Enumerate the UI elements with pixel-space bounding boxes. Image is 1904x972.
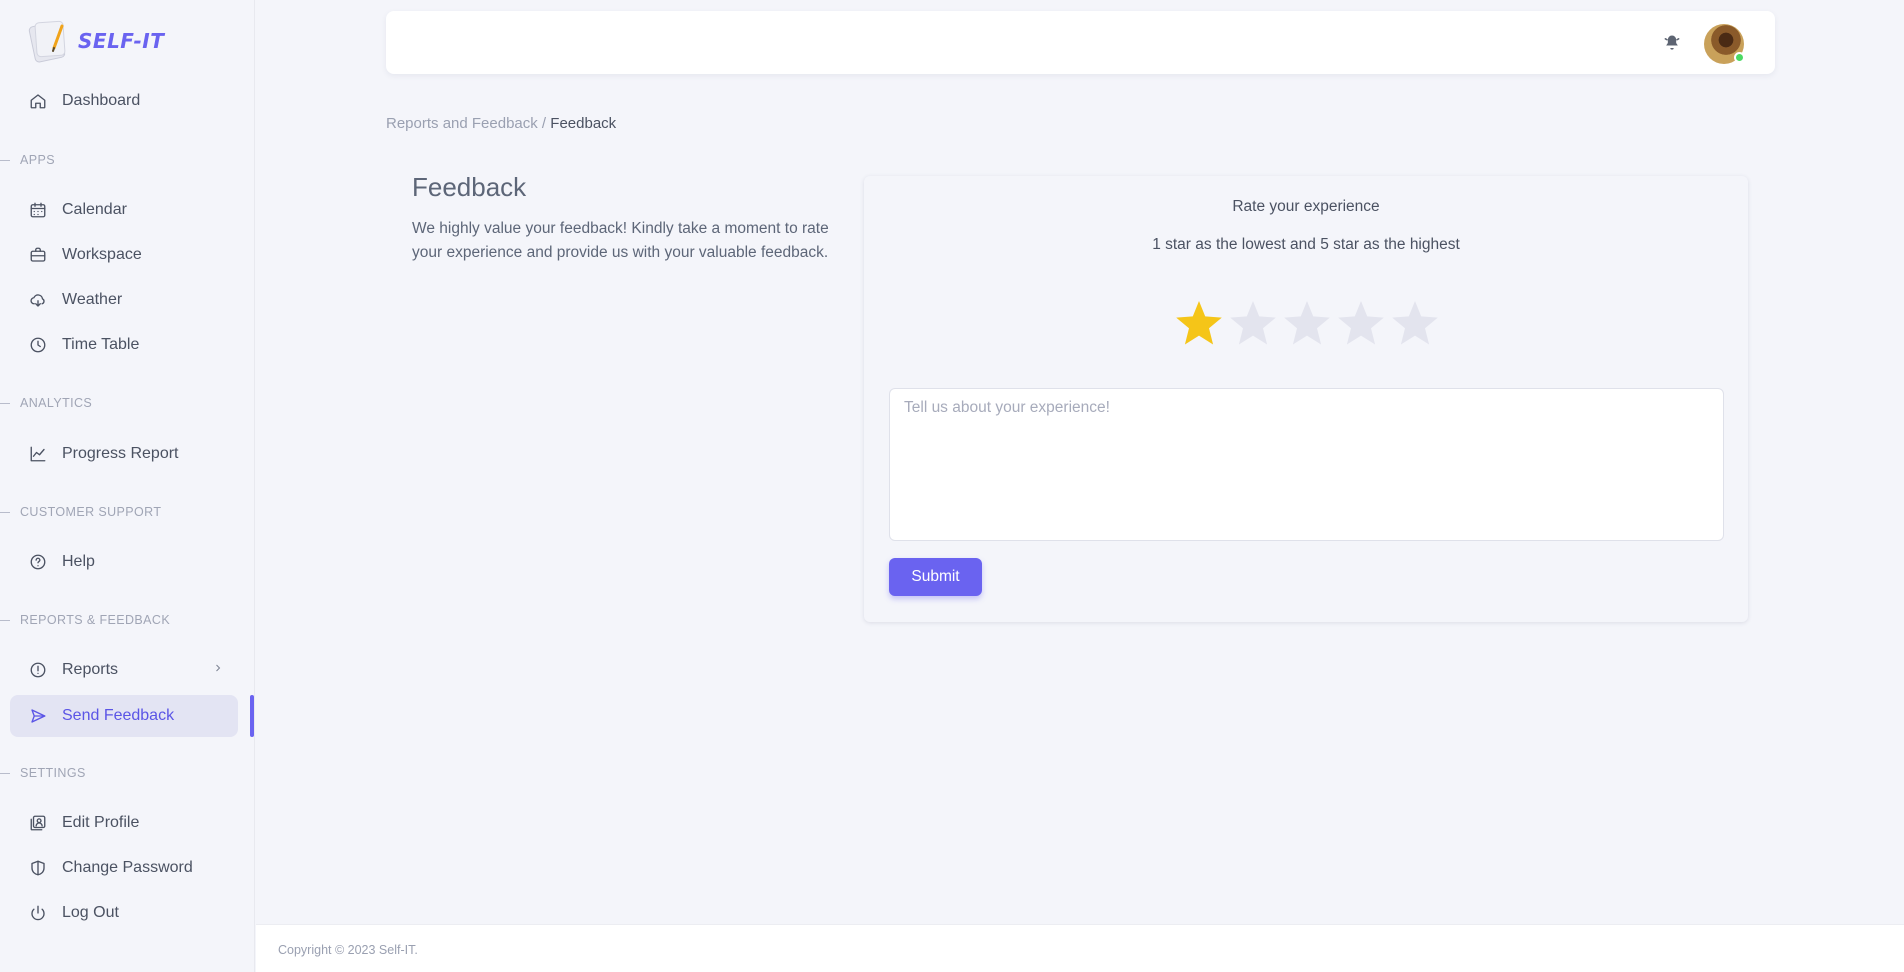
breadcrumb: Reports and Feedback / Feedback	[386, 115, 616, 132]
section-label: APPS	[20, 153, 55, 167]
sidebar-item-send-feedback[interactable]: Send Feedback	[10, 695, 238, 737]
page-title: Feedback	[412, 172, 527, 202]
sidebar-item-weather[interactable]: Weather	[10, 279, 238, 321]
section-label: CUSTOMER SUPPORT	[20, 505, 162, 519]
sidebar: SELF-IT Dashboard APPS Calendar Workspac…	[0, 0, 255, 972]
brand-logo-icon	[28, 18, 72, 64]
star-5-icon[interactable]	[1390, 298, 1440, 348]
top-bar	[386, 11, 1775, 74]
sidebar-item-label: Time Table	[62, 336, 140, 353]
star-4-icon[interactable]	[1336, 298, 1386, 348]
sidebar-item-time-table[interactable]: Time Table	[10, 324, 238, 366]
sidebar-item-edit-profile[interactable]: Edit Profile	[10, 802, 238, 844]
briefcase-icon	[28, 245, 48, 265]
breadcrumb-separator: /	[537, 115, 551, 132]
sidebar-item-reports[interactable]: Reports	[10, 649, 238, 691]
section-reports: REPORTS & FEEDBACK	[0, 612, 170, 628]
section-support: CUSTOMER SUPPORT	[0, 504, 161, 520]
online-status-dot	[1734, 52, 1745, 63]
sidebar-item-label: Progress Report	[62, 445, 179, 462]
sidebar-item-label: Reports	[62, 661, 119, 678]
sidebar-item-help[interactable]: Help	[10, 541, 238, 583]
section-label: SETTINGS	[20, 766, 86, 780]
send-icon	[28, 706, 48, 726]
rating-title: Rate your experience	[1232, 198, 1380, 215]
section-analytics: ANALYTICS	[0, 395, 92, 411]
sidebar-item-label: Send Feedback	[62, 707, 175, 724]
chevron-right-icon	[212, 661, 224, 679]
section-label: ANALYTICS	[20, 396, 93, 410]
star-rating	[1174, 298, 1440, 348]
star-3-icon[interactable]	[1282, 298, 1332, 348]
sidebar-item-log-out[interactable]: Log Out	[10, 892, 238, 934]
sidebar-item-calendar[interactable]: Calendar	[10, 189, 238, 231]
sidebar-item-change-password[interactable]: Change Password	[10, 847, 238, 889]
sidebar-item-dashboard[interactable]: Dashboard	[10, 80, 238, 122]
breadcrumb-current: Feedback	[550, 115, 617, 132]
submit-button[interactable]: Submit	[889, 558, 982, 596]
sidebar-item-label: Calendar	[62, 201, 127, 218]
alert-circle-icon	[28, 660, 48, 680]
notification-bell-icon[interactable]	[1662, 33, 1682, 53]
calendar-icon	[28, 200, 48, 220]
sidebar-item-label: Edit Profile	[62, 814, 140, 831]
copyright-text: Copyright © 2023 Self-IT.	[278, 943, 418, 957]
section-label: REPORTS & FEEDBACK	[20, 613, 171, 627]
breadcrumb-parent-link[interactable]: Reports and Feedback	[386, 115, 538, 132]
active-indicator	[250, 695, 254, 737]
sidebar-item-workspace[interactable]: Workspace	[10, 234, 238, 276]
sidebar-item-progress-report[interactable]: Progress Report	[10, 433, 238, 475]
star-2-icon[interactable]	[1228, 298, 1278, 348]
feedback-textarea[interactable]	[889, 388, 1724, 541]
sidebar-item-label: Weather	[62, 291, 123, 308]
rating-subtitle: 1 star as the lowest and 5 star as the h…	[1152, 236, 1460, 253]
brand[interactable]: SELF-IT	[28, 18, 164, 64]
section-apps: APPS	[0, 152, 55, 168]
sidebar-item-label: Change Password	[62, 859, 193, 876]
power-icon	[28, 903, 48, 923]
avatar[interactable]	[1704, 24, 1745, 64]
feedback-card: Rate your experience 1 star as the lowes…	[864, 176, 1748, 622]
brand-name: SELF-IT	[78, 29, 165, 53]
star-1-icon[interactable]	[1174, 298, 1224, 348]
sidebar-item-label: Dashboard	[62, 92, 141, 109]
cloud-icon	[28, 290, 48, 310]
clock-icon	[28, 335, 48, 355]
profile-icon	[28, 813, 48, 833]
page-description: We highly value your feedback! Kindly ta…	[412, 220, 829, 261]
home-icon	[28, 91, 48, 111]
shield-icon	[28, 858, 48, 878]
sidebar-item-label: Log Out	[62, 904, 119, 921]
chart-line-icon	[28, 444, 48, 464]
section-settings: SETTINGS	[0, 765, 86, 781]
help-circle-icon	[28, 552, 48, 572]
footer: Copyright © 2023 Self-IT.	[256, 924, 1904, 972]
sidebar-item-label: Help	[62, 553, 95, 570]
sidebar-item-label: Workspace	[62, 246, 142, 263]
